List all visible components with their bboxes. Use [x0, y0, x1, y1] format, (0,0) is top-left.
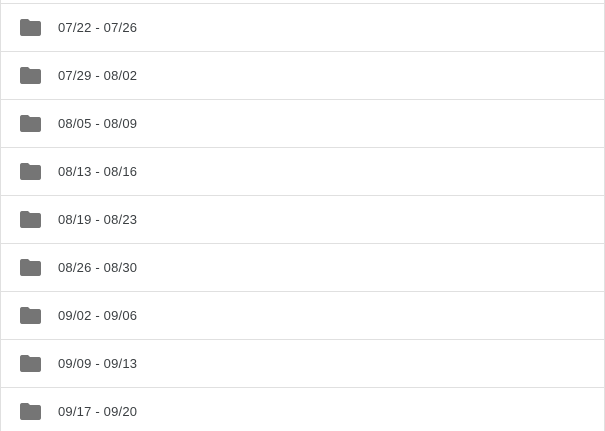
- folder-label: 08/13 - 08/16: [58, 164, 138, 179]
- folder-row[interactable]: 08/13 - 08/16: [1, 148, 604, 196]
- folder-icon: [20, 211, 41, 228]
- folder-icon: [20, 19, 41, 36]
- folder-icon: [20, 403, 41, 420]
- folder-row[interactable]: 09/09 - 09/13: [1, 340, 604, 388]
- folder-label: 08/05 - 08/09: [58, 116, 138, 131]
- folder-icon: [20, 163, 41, 180]
- folder-row[interactable]: 07/22 - 07/26: [1, 4, 604, 52]
- folder-label: 09/09 - 09/13: [58, 356, 138, 371]
- folder-list: 07/22 - 07/26 07/29 - 08/02 08/05 - 08/09 0…: [0, 0, 605, 431]
- folder-icon: [20, 115, 41, 132]
- folder-label: 09/02 - 09/06: [58, 308, 138, 323]
- folder-icon: [20, 355, 41, 372]
- folder-row[interactable]: 08/05 - 08/09: [1, 100, 604, 148]
- folder-row[interactable]: 08/19 - 08/23: [1, 196, 604, 244]
- folder-row[interactable]: 09/02 - 09/06: [1, 292, 604, 340]
- folder-icon: [20, 67, 41, 84]
- folder-label: 07/22 - 07/26: [58, 20, 138, 35]
- folder-row[interactable]: 07/29 - 08/02: [1, 52, 604, 100]
- folder-icon: [20, 307, 41, 324]
- folder-row[interactable]: 08/26 - 08/30: [1, 244, 604, 292]
- folder-label: 07/29 - 08/02: [58, 68, 138, 83]
- folder-label: 08/19 - 08/23: [58, 212, 138, 227]
- folder-label: 08/26 - 08/30: [58, 260, 138, 275]
- folder-row[interactable]: 09/17 - 09/20: [1, 388, 604, 431]
- folder-icon: [20, 259, 41, 276]
- folder-label: 09/17 - 09/20: [58, 404, 138, 419]
